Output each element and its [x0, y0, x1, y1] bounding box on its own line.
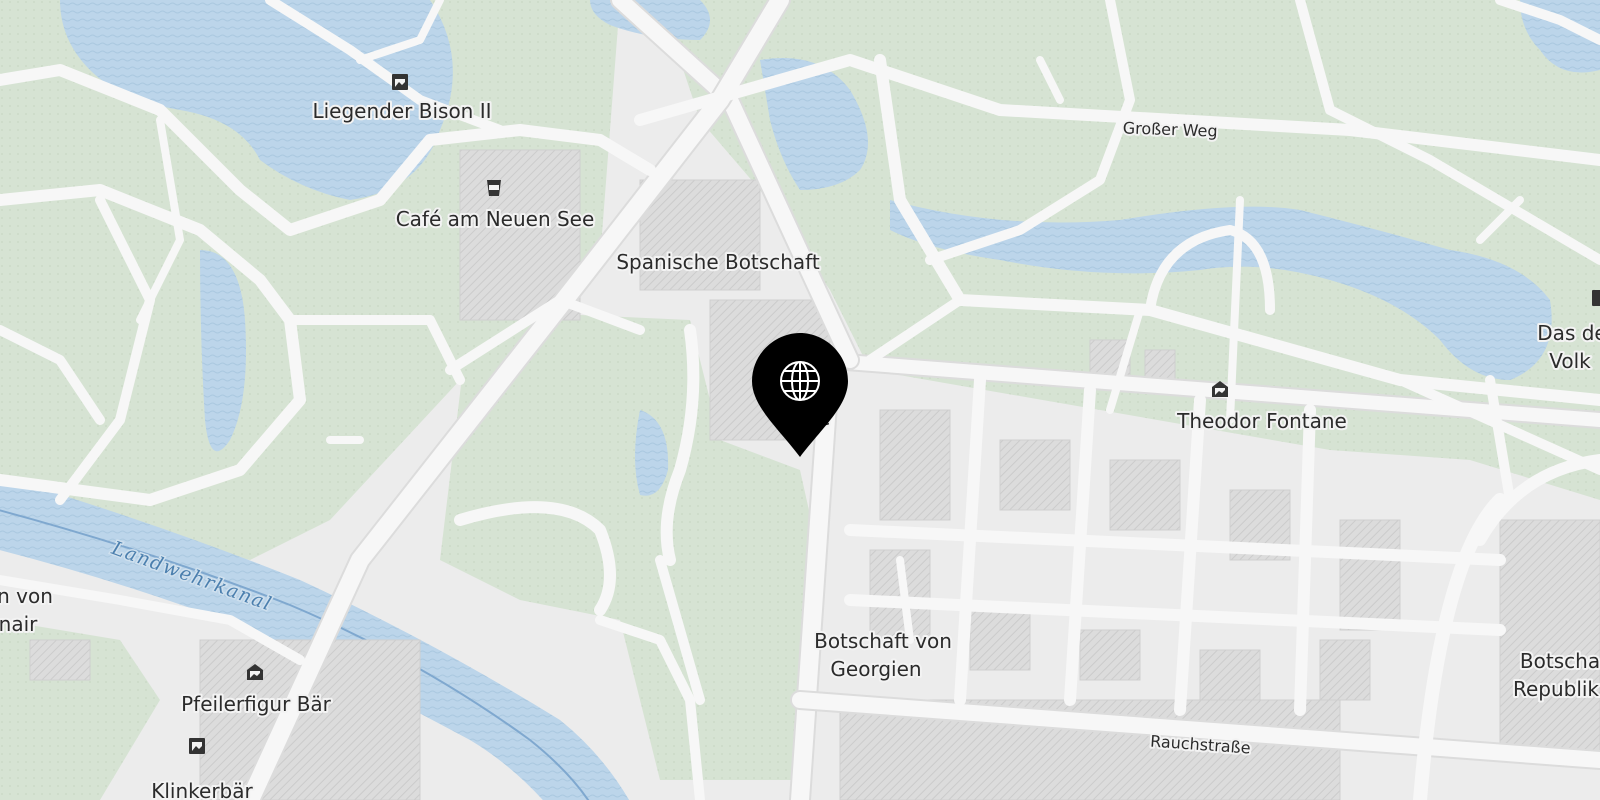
cafe-icon[interactable]: [487, 180, 501, 196]
poi-label[interactable]: Botschaft von: [812, 627, 954, 655]
street-label: Großer Weg: [1122, 118, 1217, 140]
poi-label-partial: Botscha: [1520, 649, 1600, 673]
map-canvas[interactable]: Liegender Bison II Café am Neuen See Spa…: [0, 0, 1600, 800]
poi-label-partial: Das de: [1537, 321, 1600, 345]
poi-label-partial: Volk: [1549, 349, 1591, 373]
poi-label[interactable]: Café am Neuen See: [394, 205, 597, 233]
poi-label[interactable]: Klinkerbär: [149, 777, 255, 800]
monument-icon[interactable]: [1592, 290, 1600, 306]
poi-label[interactable]: Spanische Botschaft: [614, 248, 821, 276]
globe-icon: [780, 361, 820, 401]
poi-label-partial: Republik: [1513, 677, 1599, 701]
poi-label[interactable]: Georgien: [828, 655, 923, 683]
monument-icon[interactable]: [189, 738, 205, 754]
monument-icon[interactable]: [392, 74, 408, 90]
poi-label[interactable]: Theodor Fontane: [1174, 407, 1349, 435]
map-view[interactable]: Liegender Bison II Café am Neuen See Spa…: [0, 0, 1600, 800]
poi-label[interactable]: Liegender Bison II: [310, 97, 493, 125]
poi-label-partial: nair: [0, 612, 38, 636]
poi-label-partial: n von: [0, 584, 53, 608]
poi-label[interactable]: Pfeilerfigur Bär: [179, 690, 334, 718]
